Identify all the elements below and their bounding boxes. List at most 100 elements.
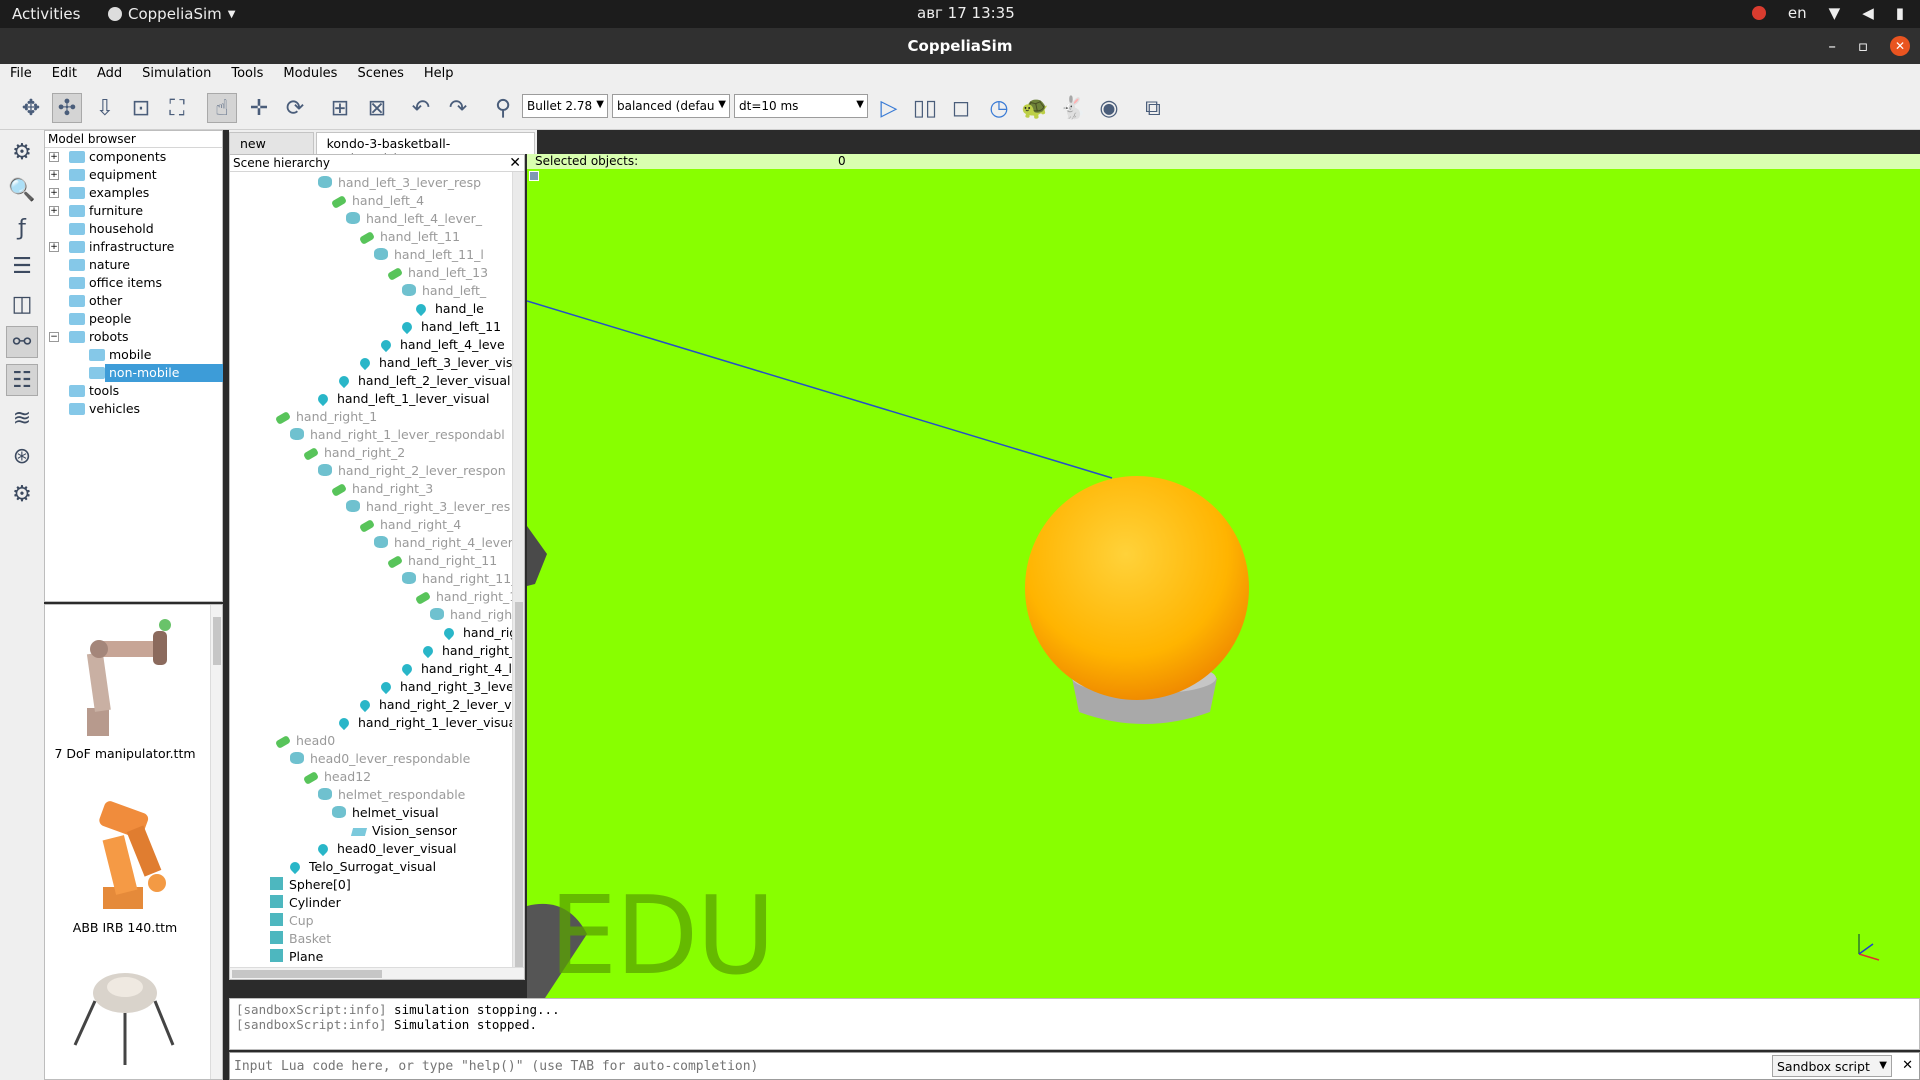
menu-modules[interactable]: Modules bbox=[273, 64, 347, 84]
menu-help[interactable]: Help bbox=[414, 64, 464, 84]
model-folder-equipment[interactable]: + equipment bbox=[45, 166, 222, 184]
hierarchy-item[interactable]: hand_left_11 bbox=[399, 318, 501, 336]
timestep-select[interactable]: dt=10 ms ▼ bbox=[734, 94, 868, 118]
hierarchy-item[interactable]: hand_right_2_lever_respon bbox=[318, 462, 506, 480]
hierarchy-item[interactable]: head0_lever_respondable bbox=[290, 750, 470, 768]
slower-icon[interactable]: 🐢 bbox=[1020, 93, 1050, 123]
script-select[interactable]: Sandbox script ▼ bbox=[1772, 1055, 1892, 1077]
model-folder-people[interactable]: people bbox=[45, 310, 222, 328]
hierarchy-item[interactable]: hand_left_1_lever_visual bbox=[315, 390, 489, 408]
hierarchy-item[interactable]: hand_left_4_leve bbox=[378, 336, 505, 354]
scene-switch-icon[interactable]: ⧉ bbox=[1138, 93, 1168, 123]
script-icon[interactable]: ƒ bbox=[6, 212, 38, 244]
hierarchy-item[interactable]: hand_right_3_lever_res bbox=[346, 498, 510, 516]
hierarchy-item[interactable]: Plane bbox=[270, 948, 323, 966]
camera-pan-icon[interactable]: ✥ bbox=[16, 93, 46, 123]
expand-icon[interactable]: + bbox=[49, 242, 59, 252]
hierarchy-item[interactable]: Basket bbox=[270, 930, 331, 948]
model-folder-tools[interactable]: tools bbox=[45, 382, 222, 400]
model-thumbnail[interactable] bbox=[45, 965, 205, 1078]
redo-icon[interactable]: ↷ bbox=[443, 93, 473, 123]
hierarchy-item[interactable]: hand_left_11_l bbox=[374, 246, 484, 264]
minimize-icon[interactable]: – bbox=[1828, 28, 1836, 64]
menu-add[interactable]: Add bbox=[87, 64, 132, 84]
assemble-icon[interactable]: ⊞ bbox=[325, 93, 355, 123]
hierarchy-item[interactable]: Cylinder bbox=[270, 894, 341, 912]
camera-rotate-icon[interactable]: ✣ bbox=[52, 93, 82, 123]
hierarchy-item[interactable]: hand_right_1 bbox=[414, 588, 517, 606]
scrollbar-handle[interactable] bbox=[213, 617, 221, 665]
hierarchy-item[interactable]: hand_right_1_lever_visual bbox=[336, 714, 520, 732]
video-recorder-icon[interactable]: ⊛ bbox=[6, 440, 38, 472]
model-folder-furniture[interactable]: + furniture bbox=[45, 202, 222, 220]
hierarchy-item[interactable]: hand_right_4_lever bbox=[374, 534, 513, 552]
lua-command-input[interactable] bbox=[230, 1053, 1770, 1079]
hierarchy-item[interactable]: hand_rig bbox=[441, 624, 517, 642]
model-folder-components[interactable]: + components bbox=[45, 148, 222, 166]
model-folder-household[interactable]: household bbox=[45, 220, 222, 238]
system-tray[interactable]: en ▼ ◀ ▮ bbox=[1751, 4, 1904, 22]
camera-shift-icon[interactable]: ⇩ bbox=[90, 93, 120, 123]
transfer-dna-icon[interactable]: ⊠ bbox=[362, 93, 392, 123]
simulation-settings-icon[interactable]: ⚙ bbox=[6, 136, 38, 168]
hierarchy-item[interactable]: hand_right_3 bbox=[330, 480, 433, 498]
clock[interactable]: авг 17 13:35 bbox=[917, 4, 1015, 22]
model-folder-mobile[interactable]: mobile bbox=[45, 346, 222, 364]
hierarchy-item[interactable]: hand_right_2_lever_visua bbox=[357, 696, 524, 714]
hierarchy-item[interactable]: hand_left_3_lever_vis bbox=[357, 354, 512, 372]
click-select-icon[interactable]: ☝ bbox=[207, 93, 237, 123]
hierarchy-item[interactable]: head0 bbox=[274, 732, 335, 750]
user-settings-icon[interactable]: ⚙ bbox=[6, 478, 38, 510]
hierarchy-item[interactable]: hand_left_13 bbox=[386, 264, 488, 282]
hierarchy-item[interactable]: hand_le bbox=[413, 300, 484, 318]
play-icon[interactable]: ▷ bbox=[874, 93, 904, 123]
expand-icon[interactable]: + bbox=[49, 206, 59, 216]
model-folder-nature[interactable]: nature bbox=[45, 256, 222, 274]
hierarchy-item[interactable]: hand_right_1 bbox=[274, 408, 377, 426]
hierarchy-vertical-scrollbar[interactable] bbox=[512, 172, 524, 978]
collapse-icon[interactable]: − bbox=[49, 332, 59, 342]
hierarchy-item[interactable]: Sphere[0] bbox=[270, 876, 351, 894]
model-thumbnail[interactable]: 7 DoF manipulator.ttm bbox=[45, 613, 205, 761]
menu-simulation[interactable]: Simulation bbox=[132, 64, 221, 84]
hierarchy-item[interactable]: hand_right_1 bbox=[420, 642, 523, 660]
thumbnails-scrollbar[interactable] bbox=[210, 605, 222, 1079]
model-folder-other[interactable]: other bbox=[45, 292, 222, 310]
scrollbar-handle[interactable] bbox=[232, 970, 382, 978]
hierarchy-item[interactable]: hand_right_11 bbox=[386, 552, 497, 570]
undo-icon[interactable]: ↶ bbox=[406, 93, 436, 123]
calculation-modules-icon[interactable]: 🔍 bbox=[6, 174, 38, 206]
hierarchy-item[interactable]: hand_right_4 bbox=[358, 516, 461, 534]
model-thumbnail[interactable]: ABB IRB 140.ttm bbox=[45, 787, 205, 935]
tab-kondo-scene[interactable]: kondo-3-basketball-testing_vision bbox=[315, 132, 535, 166]
expand-icon[interactable]: + bbox=[49, 170, 59, 180]
camera-angle-icon[interactable]: ⊡ bbox=[126, 93, 156, 123]
scene-hierarchy-icon[interactable]: ☷ bbox=[6, 364, 38, 396]
close-icon[interactable]: ✕ bbox=[509, 155, 521, 171]
expand-icon[interactable]: + bbox=[49, 188, 59, 198]
close-icon[interactable]: ✕ bbox=[1890, 36, 1910, 56]
visualization-icon[interactable]: ◉ bbox=[1094, 93, 1124, 123]
hierarchy-item[interactable]: head0_lever_visual bbox=[315, 840, 457, 858]
menu-tools[interactable]: Tools bbox=[221, 64, 273, 84]
faster-icon[interactable]: 🐇 bbox=[1058, 93, 1088, 123]
properties-icon[interactable]: ☰ bbox=[6, 250, 38, 282]
hierarchy-item[interactable]: Vision_sensor bbox=[350, 822, 457, 840]
model-folder-non-mobile[interactable]: non-mobile bbox=[45, 364, 223, 382]
model-folder-vehicles[interactable]: vehicles bbox=[45, 400, 222, 418]
menu-scenes[interactable]: Scenes bbox=[347, 64, 413, 84]
model-folder-examples[interactable]: + examples bbox=[45, 184, 222, 202]
close-icon[interactable]: ✕ bbox=[1902, 1058, 1913, 1073]
hierarchy-item[interactable]: hand_left_2_lever_visual bbox=[336, 372, 510, 390]
dynamics-setting-select[interactable]: balanced (defau ▼ bbox=[612, 94, 730, 118]
scrollbar-handle[interactable] bbox=[515, 602, 523, 978]
hierarchy-item[interactable]: hand_right_2 bbox=[302, 444, 405, 462]
hierarchy-item[interactable]: hand_right bbox=[430, 606, 517, 624]
object-rotate-icon[interactable]: ⟳ bbox=[280, 93, 310, 123]
stop-icon[interactable]: ◻ bbox=[946, 93, 976, 123]
hierarchy-item[interactable]: hand_left_4 bbox=[330, 192, 424, 210]
hierarchy-item[interactable]: hand_right_4_lev bbox=[399, 660, 524, 678]
pause-icon[interactable]: ▯▯ bbox=[910, 93, 940, 123]
hierarchy-item[interactable]: helmet_visual bbox=[332, 804, 439, 822]
app-menu[interactable]: CoppeliaSim ▼ bbox=[108, 5, 235, 23]
